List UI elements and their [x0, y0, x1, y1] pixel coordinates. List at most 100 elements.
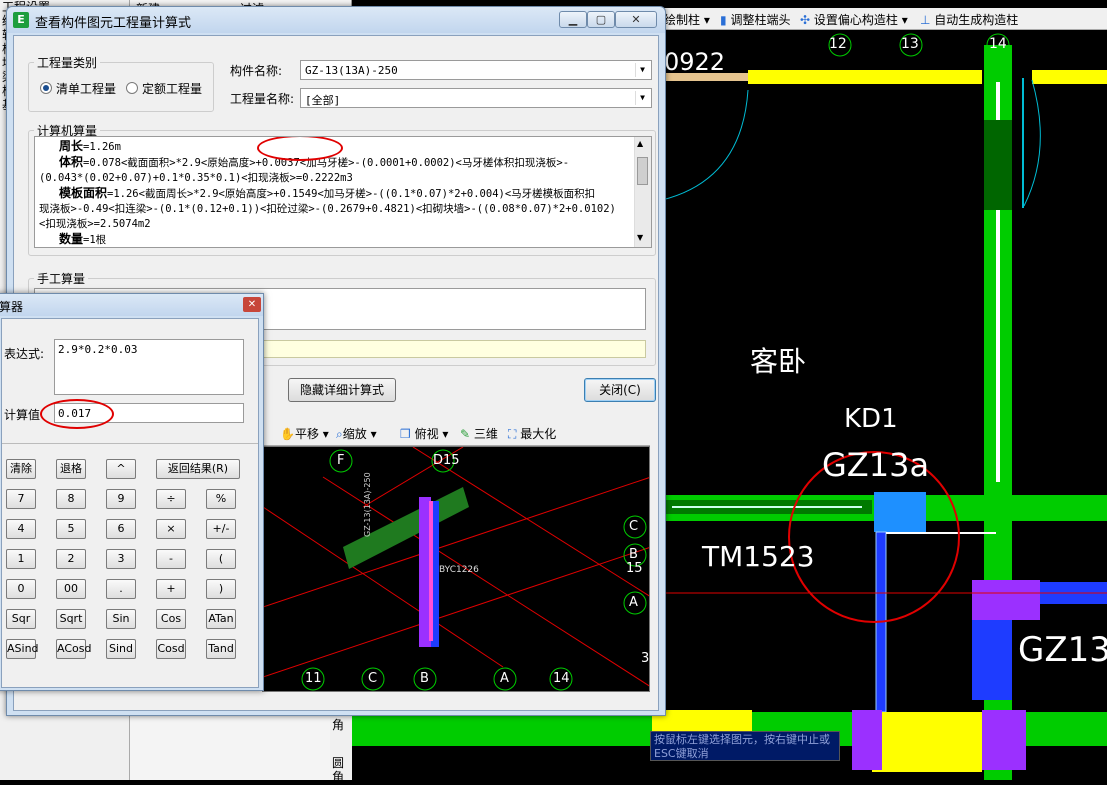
grid-label: 13 [901, 36, 919, 52]
power-button[interactable]: ^ [106, 459, 136, 479]
clear-button[interactable]: 清除 [6, 459, 36, 479]
tool-corner-2[interactable]: 角 [332, 768, 344, 785]
3d-icon: ✎ [460, 427, 471, 441]
calculator-key[interactable]: ATan [206, 609, 236, 629]
calculator-key[interactable]: 0 [6, 579, 36, 599]
calculator-key[interactable]: Sin [106, 609, 136, 629]
calculator-key[interactable]: Sqrt [56, 609, 86, 629]
red-highlight-ellipse [40, 399, 114, 429]
gz13-label: GZ13 [1018, 630, 1107, 670]
calculator-key[interactable]: ) [206, 579, 236, 599]
calc-line-formwork-cont: 现浇板>-0.49<扣连梁>-(0.1*(0.12+0.1))<扣砼过梁>-(0… [39, 203, 616, 215]
backspace-button[interactable]: 退格 [56, 459, 86, 479]
calculator-key[interactable]: ACosd [56, 639, 91, 659]
calc-line-count: 数量=1根 [59, 232, 107, 246]
axis-label: F [337, 453, 345, 468]
dialog-titlebar[interactable]: E 查看构件图元工程量计算式 ▁ ▢ ✕ [7, 7, 665, 33]
radio-list-label[interactable]: 清单工程量 [56, 80, 116, 97]
door-arc [661, 89, 749, 201]
calculator-key[interactable]: % [206, 489, 236, 509]
three-d-button[interactable]: ✎ 三维 [460, 425, 498, 442]
auto-gen-icon: ⊥ [920, 13, 931, 27]
quantity-name-label: 工程量名称: [230, 92, 295, 106]
scroll-up-icon[interactable]: ▲ [637, 139, 643, 148]
calculator-key[interactable]: 3 [106, 549, 136, 569]
door-line [1022, 78, 1024, 208]
scroll-down-icon[interactable]: ▼ [637, 233, 643, 242]
axis-label: 3 [641, 651, 650, 666]
column-vertical-label: GZ-13(13A)-250 [363, 472, 372, 537]
component-name-select[interactable]: GZ-13(13A)-250 ▼ [300, 60, 652, 80]
top-view-button[interactable]: ❒ 俯视 ▾ [400, 425, 448, 442]
set-offset-column-button[interactable]: ✣ 设置偏心构造柱 ▾ [800, 11, 908, 28]
calculator-key[interactable]: - [156, 549, 186, 569]
calculator-key[interactable]: ASind [6, 639, 39, 659]
view3d-canvas[interactable]: F D15 C B 15 A 11 C B A 14 3 BYC1226 GZ-… [262, 446, 650, 692]
vertical-scrollbar[interactable]: ▲ ▼ [634, 137, 651, 247]
calculator-key[interactable]: Sind [106, 639, 136, 659]
quantity-name-select[interactable]: [全部] ▼ [300, 88, 652, 108]
bottom-purple [852, 710, 882, 770]
calculator-key[interactable]: 5 [56, 519, 86, 539]
radio-quota-quantity[interactable] [126, 82, 138, 94]
axis-label: 11 [305, 671, 322, 686]
calculator-key[interactable]: 6 [106, 519, 136, 539]
main-toolbar: 绘制柱 ▾ ▮ 调整柱端头 ✣ 设置偏心构造柱 ▾ ⊥ 自动生成构造柱 [660, 8, 1107, 30]
minimize-button[interactable]: ▁ [559, 11, 587, 28]
calculator-key[interactable]: +/- [206, 519, 236, 539]
calculator-key[interactable]: Cos [156, 609, 186, 629]
computer-calc-text[interactable]: 周长=1.26m 体积=0.078<截面面积>*2.9<原始高度>+0.0037… [34, 136, 652, 248]
chevron-down-icon: ▼ [635, 63, 649, 77]
close-window-button[interactable]: ✕ [615, 11, 657, 28]
hand-icon: ✋ [280, 427, 295, 441]
calculator-key[interactable]: 8 [56, 489, 86, 509]
view3d-toolbar: ✋平移 ▾ ⌕缩放 ▾ ❒ 俯视 ▾ ✎ 三维 ⛶ 最大化 [262, 420, 650, 446]
tm1523-label: TM1523 [702, 540, 815, 573]
zoom-button[interactable]: ⌕缩放 ▾ [336, 425, 377, 442]
tool-corner[interactable]: 角 [332, 716, 344, 733]
calculator-key[interactable]: Sqr [6, 609, 36, 629]
gz13a-column [874, 492, 926, 532]
return-result-button[interactable]: 返回结果(R) [156, 459, 240, 479]
calculator-key[interactable]: Tand [206, 639, 236, 659]
maximize-button[interactable]: ▢ [587, 11, 615, 28]
scroll-thumb[interactable] [637, 157, 648, 185]
divider [2, 443, 258, 444]
wall-line [886, 532, 996, 534]
calculator-key[interactable]: ( [206, 549, 236, 569]
hide-detail-button[interactable]: 隐藏详细计算式 [288, 378, 396, 402]
bottom-yellow-2 [872, 712, 982, 772]
maximize-icon: ⛶ [508, 427, 517, 441]
calc-line-volume: 体积=0.078<截面面积>*2.9<原始高度>+0.0037<加马牙槎>-(0… [59, 155, 570, 169]
adjust-column-end-button[interactable]: ▮ 调整柱端头 [720, 11, 790, 28]
kd1-label: KD1 [844, 404, 898, 434]
calc-line-volume-cont: (0.043*(0.02+0.07)+0.1*0.35*0.1)<扣现浇板>=0… [39, 172, 353, 184]
calculator-key[interactable]: + [156, 579, 186, 599]
calculator-key[interactable]: Cosd [156, 639, 186, 659]
auto-generate-column-button[interactable]: ⊥ 自动生成构造柱 [920, 11, 1018, 28]
radio-list-quantity[interactable] [40, 82, 52, 94]
maximize-view-button[interactable]: ⛶ 最大化 [508, 425, 556, 442]
close-button[interactable]: 关闭(C) [584, 378, 656, 402]
calc-line-formwork-end: <扣现浇板>=2.5074m2 [39, 218, 151, 230]
door-code: 0922 [664, 48, 726, 76]
calculator-key[interactable]: ÷ [156, 489, 186, 509]
calculator-key[interactable]: × [156, 519, 186, 539]
pan-button[interactable]: ✋平移 ▾ [280, 425, 329, 442]
status-tooltip: 按鼠标左键选择图元，按右键中止或ESC键取消 [650, 731, 840, 761]
calculator-key[interactable]: 1 [6, 549, 36, 569]
draw-column-button[interactable]: 绘制柱 ▾ [664, 11, 710, 28]
radio-quota-label[interactable]: 定额工程量 [142, 80, 202, 97]
calculator-key[interactable]: 7 [6, 489, 36, 509]
calculator-key[interactable]: 4 [6, 519, 36, 539]
calculator-key[interactable]: 2 [56, 549, 86, 569]
calculator-key[interactable]: 9 [106, 489, 136, 509]
calculator-close-button[interactable]: ✕ [243, 297, 261, 312]
calculator-body: 表达式: 2.9*0.2*0.03 计算值 0.017 清除 退格 ^ 返回结果… [1, 318, 259, 688]
calculator-key[interactable]: 00 [56, 579, 86, 599]
calculator-titlebar[interactable]: 算器 ✕ [0, 294, 263, 316]
calculator-key[interactable]: . [106, 579, 136, 599]
expression-input[interactable]: 2.9*0.2*0.03 [54, 339, 244, 395]
calculator-title: 算器 [0, 300, 24, 314]
column-3d-pink [429, 501, 433, 641]
